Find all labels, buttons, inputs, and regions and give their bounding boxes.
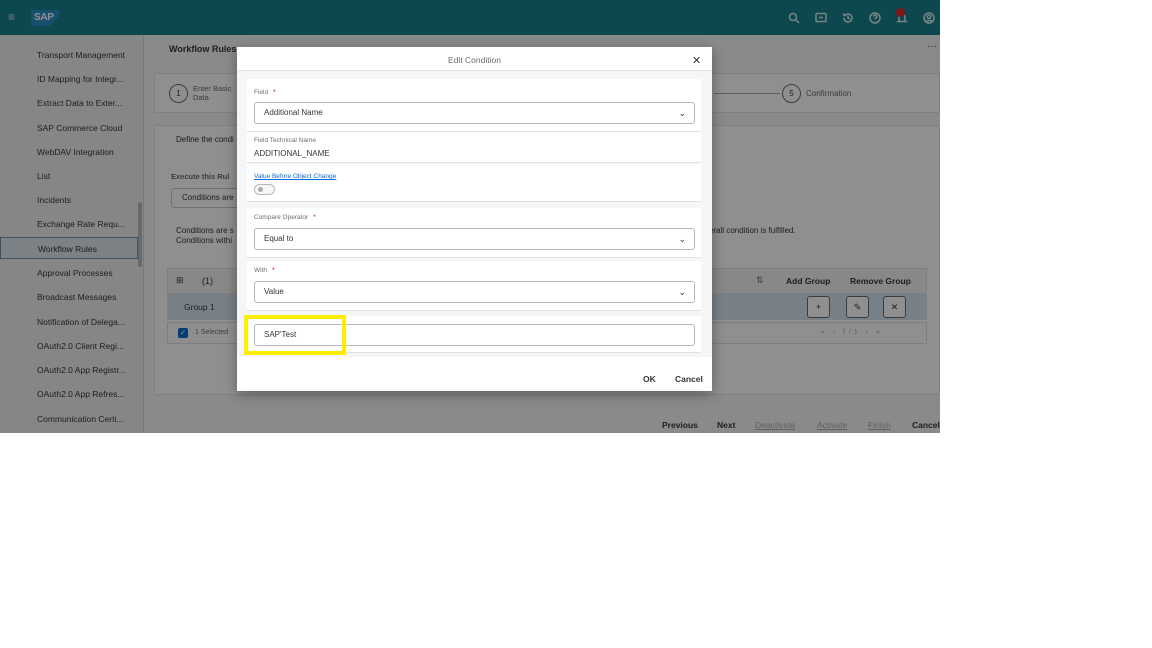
- dialog-title: Edit Condition: [448, 55, 501, 65]
- app-window: ≡ SAP Transport Management ID Mapping fo…: [0, 0, 940, 433]
- technical-name-value: ADDITIONAL_NAME: [254, 149, 330, 158]
- chevron-down-icon[interactable]: ⌄: [678, 282, 686, 302]
- field-section: Field * Additional Name ⌄: [247, 79, 701, 132]
- value-before-change-switch[interactable]: [254, 184, 275, 195]
- field-value: Additional Name: [264, 108, 323, 117]
- field-label: Field *: [254, 89, 276, 96]
- compare-operator-value: Equal to: [264, 234, 294, 243]
- with-section: With * Value ⌄: [247, 261, 701, 311]
- before-change-section: Value Before Object Change: [247, 164, 701, 202]
- field-select[interactable]: Additional Name ⌄: [254, 102, 695, 124]
- with-label: With *: [254, 267, 275, 274]
- with-select[interactable]: Value ⌄: [254, 281, 695, 303]
- compare-operator-select[interactable]: Equal to ⌄: [254, 228, 695, 250]
- technical-name-label: Field Technical Name: [254, 137, 317, 144]
- close-icon[interactable]: ✕: [692, 54, 701, 67]
- with-value: Value: [264, 287, 284, 296]
- chevron-down-icon[interactable]: ⌄: [678, 103, 686, 123]
- compare-operator-section: Compare Operator * Equal to ⌄: [247, 208, 701, 258]
- chevron-down-icon[interactable]: ⌄: [678, 229, 686, 249]
- value-before-change-label[interactable]: Value Before Object Change: [254, 173, 336, 180]
- highlight-box: [244, 315, 346, 355]
- dialog-cancel-button[interactable]: Cancel: [675, 374, 703, 384]
- technical-name-section: Field Technical Name ADDITIONAL_NAME: [247, 132, 701, 163]
- compare-operator-label: Compare Operator *: [254, 214, 316, 221]
- switch-knob: [258, 187, 263, 192]
- dialog-footer: OK Cancel: [237, 365, 712, 391]
- ok-button[interactable]: OK: [643, 374, 656, 384]
